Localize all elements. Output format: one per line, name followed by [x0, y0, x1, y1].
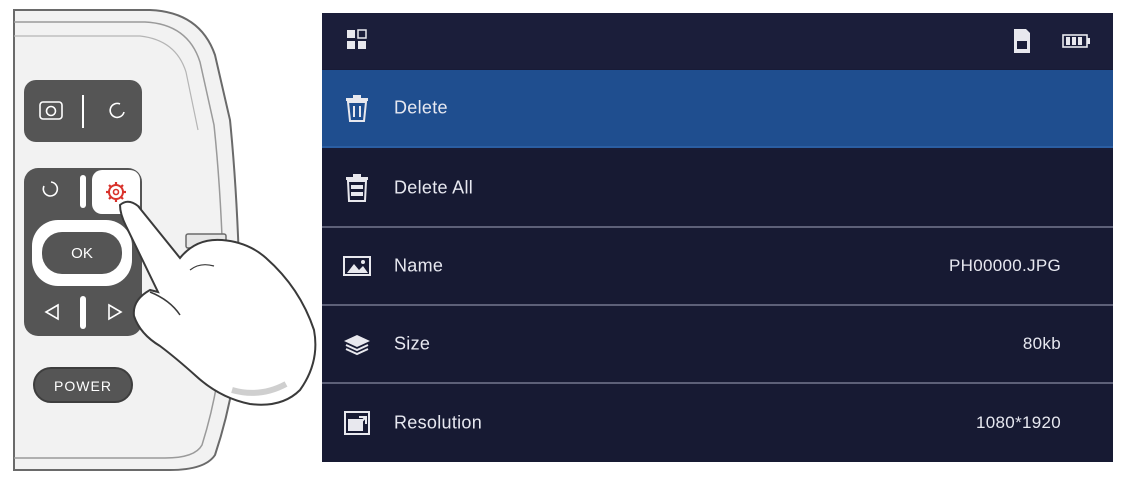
trash-all-icon [346, 174, 368, 202]
image-icon [343, 256, 371, 276]
ok-label: OK [71, 245, 93, 262]
menu-item-label: Delete [394, 97, 448, 118]
menu-item-delete[interactable]: Delete [322, 70, 1113, 148]
menu-item-label: Name [394, 255, 444, 276]
menu-item-name[interactable]: Name PH00000.JPG [322, 228, 1113, 306]
menu-item-value: 80kb [1022, 334, 1061, 353]
grid-icon [347, 29, 367, 49]
camera-rotate-button[interactable] [24, 80, 142, 142]
power-button[interactable]: POWER [33, 367, 133, 403]
trash-icon [346, 95, 368, 122]
menu-item-value: 1080*1920 [976, 413, 1061, 432]
menu-item-size[interactable]: Size 80kb [322, 306, 1113, 384]
camera-screen: Delete Delete All Name PH00000.JPG Size … [322, 13, 1113, 462]
device-illustration: OK POWER [13, 9, 317, 471]
ok-button[interactable]: OK [32, 220, 132, 286]
resolution-icon [344, 411, 370, 435]
menu-item-resolution[interactable]: Resolution 1080*1920 [322, 384, 1113, 462]
menu-item-value: PH00000.JPG [949, 256, 1061, 275]
layers-icon [344, 335, 370, 356]
sd-card-icon [1014, 29, 1030, 53]
menu-item-label: Resolution [394, 412, 483, 433]
status-bar [322, 13, 1113, 69]
menu-item-delete-all[interactable]: Delete All [322, 150, 1113, 228]
power-label: POWER [54, 378, 112, 394]
menu-item-label: Size [394, 333, 431, 354]
menu-item-label: Delete All [394, 177, 474, 198]
battery-icon [1062, 34, 1090, 48]
